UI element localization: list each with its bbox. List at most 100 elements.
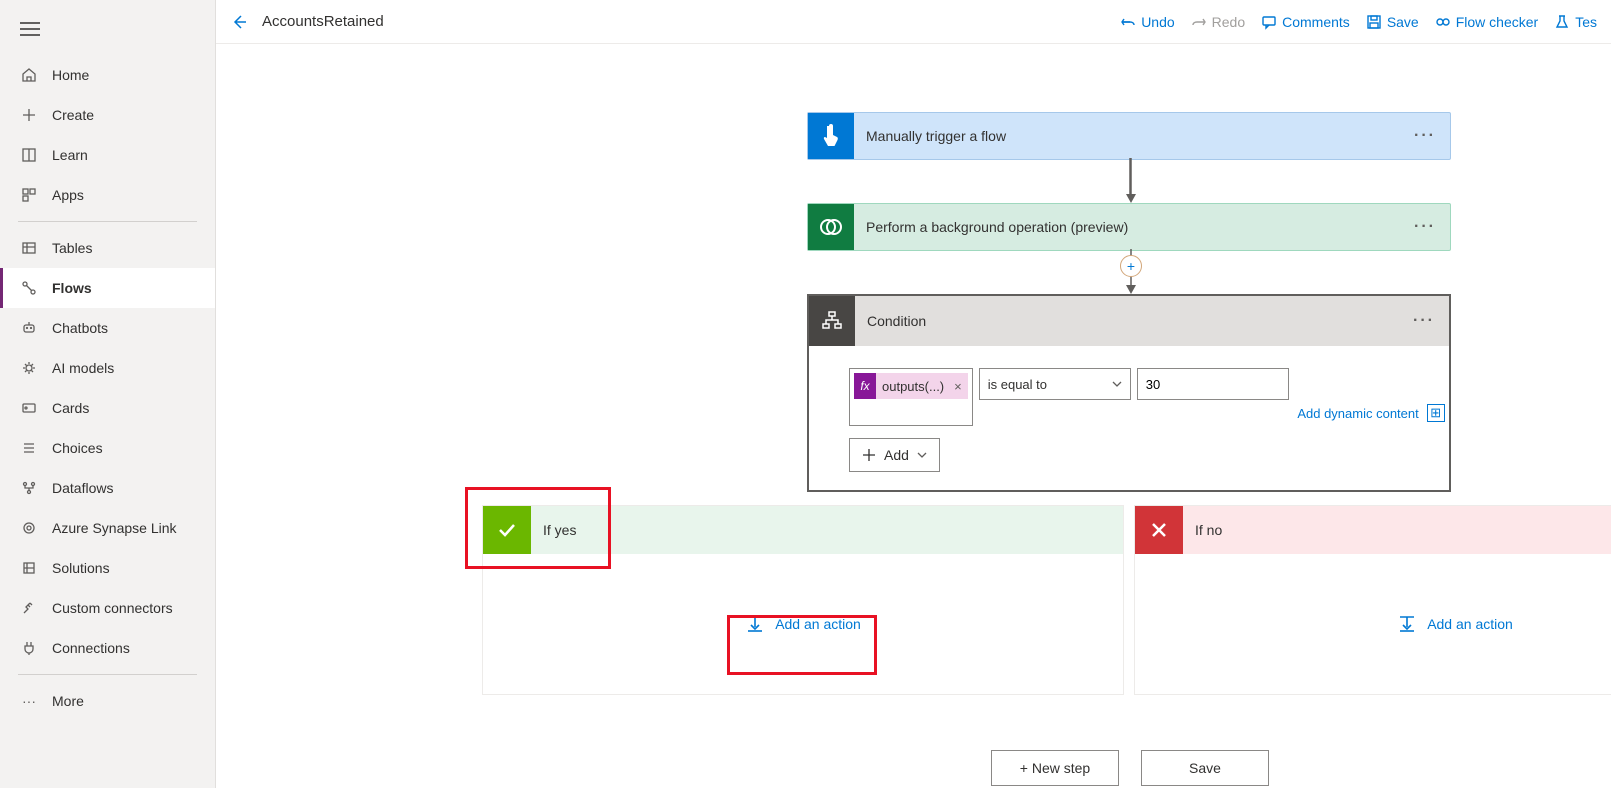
flow-icon (20, 279, 38, 297)
sidebar-item-more[interactable]: ··· More (0, 681, 215, 721)
plus-icon (862, 448, 876, 462)
if-yes-header[interactable]: If yes (483, 506, 1123, 554)
trigger-card[interactable]: Manually trigger a flow ··· (807, 112, 1451, 160)
card-more-button[interactable]: ··· (1400, 218, 1450, 236)
sidebar: Home Create Learn Apps Tables Flows Chat… (0, 0, 216, 788)
topbar: AccountsRetained Undo Redo Comments Save… (216, 0, 1611, 44)
choices-icon (20, 439, 38, 457)
sidebar-item-dataflows[interactable]: Dataflows (0, 468, 215, 508)
sidebar-item-label: Dataflows (52, 480, 113, 496)
insert-step-button[interactable]: + (1120, 255, 1142, 277)
sidebar-item-choices[interactable]: Choices (0, 428, 215, 468)
top-actions: Undo Redo Comments Save Flow checker Tes (1120, 14, 1597, 30)
save-flow-label: Save (1189, 760, 1221, 776)
expression-text: outputs(...) (882, 379, 948, 394)
undo-label: Undo (1141, 14, 1174, 30)
save-flow-button[interactable]: Save (1141, 750, 1269, 786)
sidebar-item-label: Custom connectors (52, 600, 173, 616)
add-dynamic-content-link[interactable]: Add dynamic content (1297, 406, 1418, 421)
condition-value-input[interactable] (1137, 368, 1289, 400)
sidebar-item-aimodels[interactable]: AI models (0, 348, 215, 388)
fx-icon: fx (854, 373, 876, 399)
save-button[interactable]: Save (1366, 14, 1419, 30)
solutions-icon (20, 559, 38, 577)
flow-checker-button[interactable]: Flow checker (1435, 14, 1538, 30)
chevron-down-icon (917, 452, 927, 458)
sidebar-item-learn[interactable]: Learn (0, 135, 215, 175)
remove-expression-button[interactable]: × (948, 379, 968, 394)
new-step-button[interactable]: + New step (991, 750, 1119, 786)
sidebar-item-chatbots[interactable]: Chatbots (0, 308, 215, 348)
condition-icon (809, 296, 855, 346)
sidebar-item-label: Azure Synapse Link (52, 520, 177, 536)
bgop-label: Perform a background operation (preview) (854, 219, 1400, 235)
sidebar-item-cards[interactable]: Cards (0, 388, 215, 428)
book-icon (20, 146, 38, 164)
condition-header[interactable]: Condition ··· (809, 296, 1449, 346)
add-action-label: Add an action (1427, 616, 1513, 632)
if-no-label: If no (1183, 522, 1222, 538)
redo-label: Redo (1212, 14, 1245, 30)
sidebar-item-label: Choices (52, 440, 103, 456)
redo-button: Redo (1191, 14, 1245, 30)
connector-icon (20, 599, 38, 617)
if-yes-branch: If yes Add an action (482, 505, 1124, 695)
sidebar-item-synapse[interactable]: Azure Synapse Link (0, 508, 215, 548)
add-action-no[interactable]: Add an action (1135, 554, 1611, 694)
add-condition-button[interactable]: Add (849, 438, 940, 472)
dataverse-icon (808, 204, 854, 250)
expression-chip[interactable]: fx outputs(...) × (854, 373, 968, 399)
x-icon (1135, 506, 1183, 554)
more-icon: ··· (20, 692, 38, 710)
background-op-card[interactable]: Perform a background operation (preview)… (807, 203, 1451, 251)
sidebar-item-create[interactable]: Create (0, 95, 215, 135)
sidebar-item-home[interactable]: Home (0, 55, 215, 95)
home-icon (20, 66, 38, 84)
nav-divider (18, 221, 197, 222)
flow-checker-label: Flow checker (1456, 14, 1538, 30)
card-more-button[interactable]: ··· (1400, 127, 1450, 145)
condition-body: fx outputs(...) × is equal to (809, 346, 1449, 490)
card-more-button[interactable]: ··· (1399, 312, 1449, 330)
test-label: Tes (1575, 14, 1597, 30)
sidebar-item-label: Flows (52, 280, 92, 296)
condition-left-operand[interactable]: fx outputs(...) × (849, 368, 973, 426)
sidebar-item-label: Tables (52, 240, 92, 256)
if-yes-label: If yes (531, 522, 576, 538)
add-action-icon (745, 614, 765, 634)
sidebar-item-apps[interactable]: Apps (0, 175, 215, 215)
plug-icon (20, 639, 38, 657)
add-action-yes[interactable]: Add an action (483, 554, 1123, 694)
undo-button[interactable]: Undo (1120, 14, 1174, 30)
flow-canvas: Manually trigger a flow ··· Perform a ba… (216, 44, 1611, 788)
sidebar-item-tables[interactable]: Tables (0, 228, 215, 268)
condition-label: Condition (855, 313, 1399, 329)
if-no-header[interactable]: If no (1135, 506, 1611, 554)
if-no-branch: If no Add an action (1134, 505, 1611, 695)
dataflow-icon (20, 479, 38, 497)
arrow-icon (1125, 158, 1137, 204)
sidebar-item-connectors[interactable]: Custom connectors (0, 588, 215, 628)
sidebar-item-label: Solutions (52, 560, 110, 576)
back-button[interactable] (230, 13, 248, 31)
main: AccountsRetained Undo Redo Comments Save… (216, 0, 1611, 788)
table-icon (20, 239, 38, 257)
sidebar-item-label: Apps (52, 187, 84, 203)
dynamic-content-picker-button[interactable]: ⊞ (1427, 404, 1445, 422)
plus-icon (20, 106, 38, 124)
sidebar-item-solutions[interactable]: Solutions (0, 548, 215, 588)
ai-icon (20, 359, 38, 377)
apps-icon (20, 186, 38, 204)
check-icon (483, 506, 531, 554)
sidebar-item-connections[interactable]: Connections (0, 628, 215, 668)
comments-button[interactable]: Comments (1261, 14, 1350, 30)
add-action-icon (1397, 614, 1417, 634)
synapse-icon (20, 519, 38, 537)
test-button[interactable]: Tes (1554, 14, 1597, 30)
flow-title: AccountsRetained (262, 13, 384, 30)
condition-card[interactable]: Condition ··· fx outputs(...) × (807, 294, 1451, 492)
sidebar-item-flows[interactable]: Flows (0, 268, 215, 308)
hamburger-menu[interactable] (0, 8, 215, 55)
condition-row: fx outputs(...) × is equal to (849, 368, 1409, 426)
operator-select[interactable]: is equal to (979, 368, 1131, 400)
